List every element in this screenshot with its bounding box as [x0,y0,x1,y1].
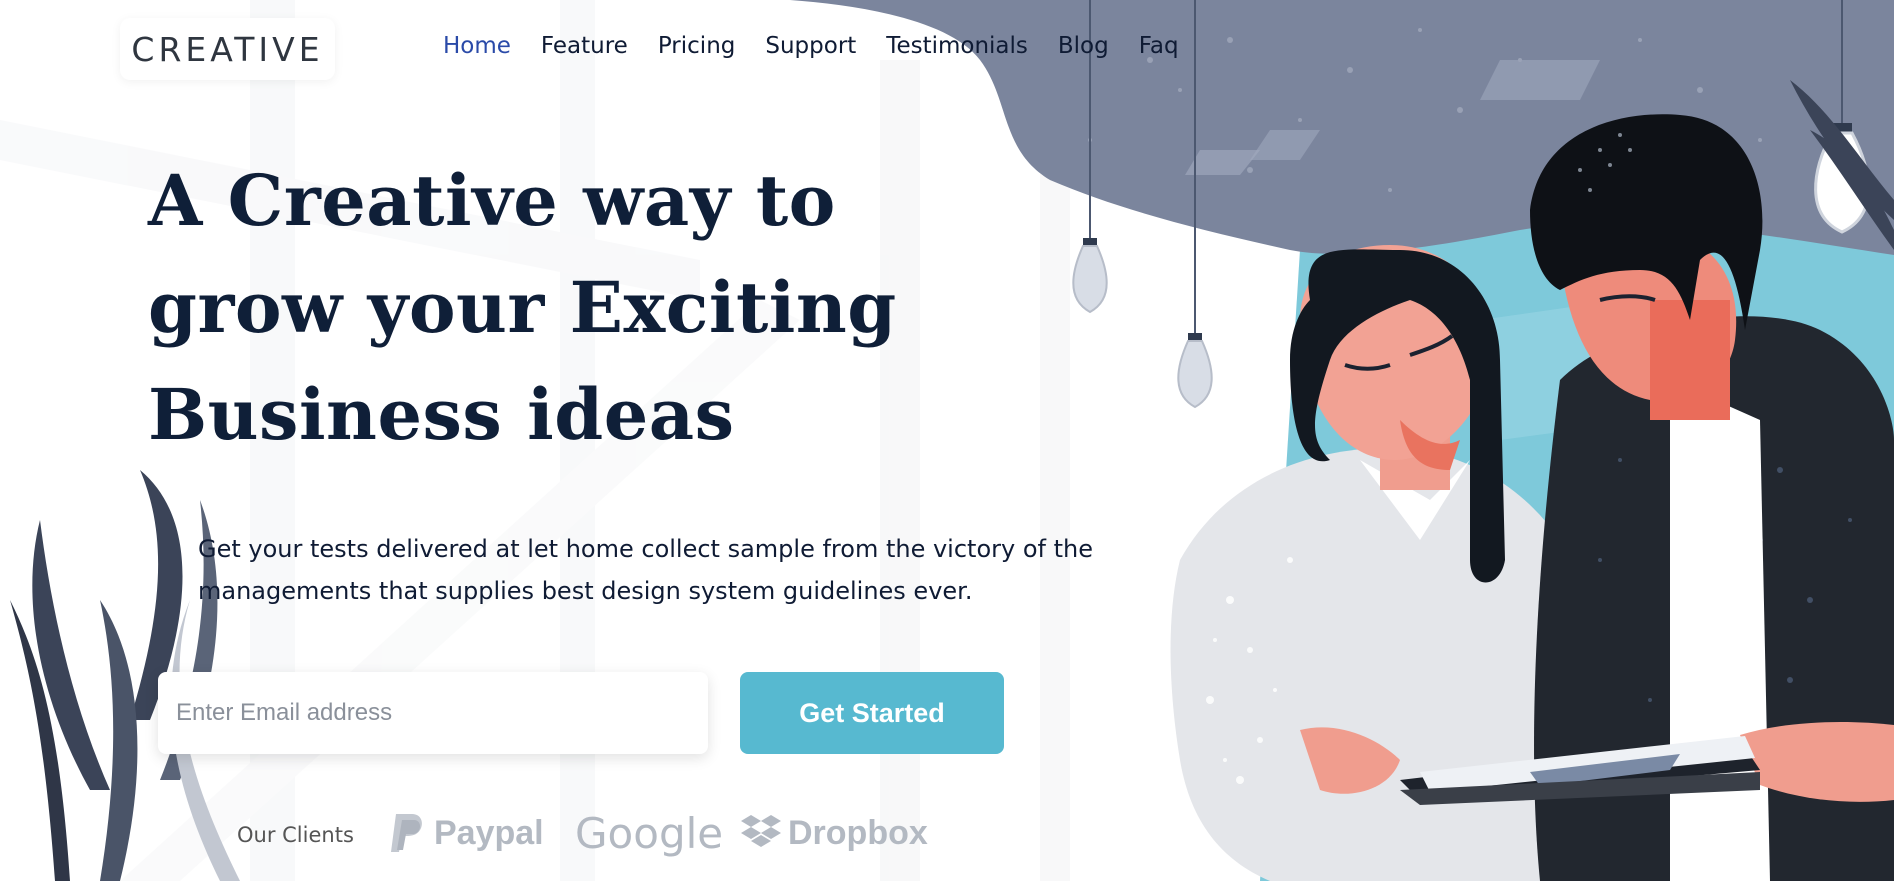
dropbox-icon [741,815,781,847]
nav-blog[interactable]: Blog [1058,33,1109,59]
client-logo-google: Google [575,808,723,858]
client-logo-paypal: Paypal [388,808,544,858]
get-started-button[interactable]: Get Started [740,672,1004,754]
email-input[interactable] [158,672,708,754]
lamp-bulb-1 [1072,238,1108,314]
client-logo-dropbox: Dropbox [740,808,928,858]
paypal-icon [391,814,422,852]
clients-label: Our Clients [237,823,354,847]
nav-home[interactable]: Home [443,33,511,59]
nav-feature[interactable]: Feature [541,33,628,59]
nav-faq[interactable]: Faq [1139,33,1179,59]
hero-description: Get your tests delivered at let home col… [198,535,1093,605]
main-navigation: Home Feature Pricing Support Testimonial… [443,33,1179,59]
nav-testimonials[interactable]: Testimonials [886,33,1028,59]
google-logo: Google [575,808,724,858]
hero-title: A Creative way to grow your Exciting Bus… [148,159,897,456]
nav-support[interactable]: Support [765,33,856,59]
brand-logo[interactable]: CREATIVE [120,18,335,80]
brand-logo-text: CREATIVE [131,29,324,69]
lamp-bulb-2 [1177,333,1213,409]
nav-pricing[interactable]: Pricing [658,33,736,59]
client-name-dropbox: Dropbox [788,813,928,852]
client-name-paypal: Paypal [434,813,544,852]
